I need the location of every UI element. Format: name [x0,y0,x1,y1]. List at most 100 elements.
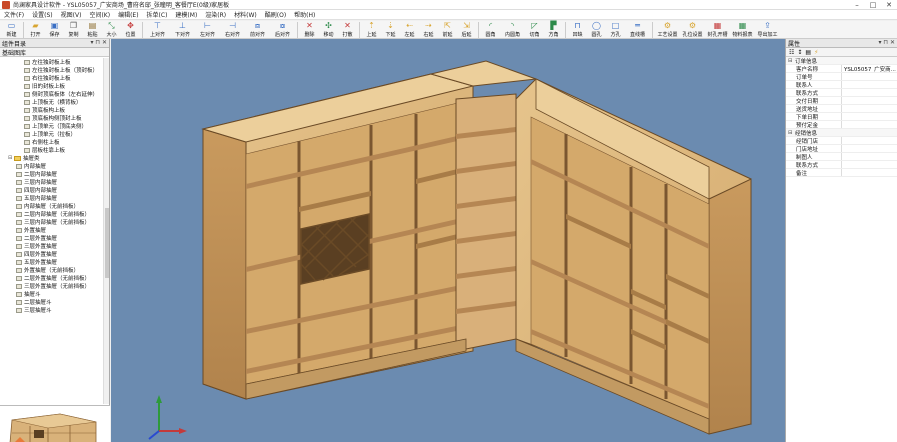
tree-item[interactable]: 二层外置抽屉（无前挡板） [0,274,110,282]
toolbar-button-extend-down[interactable]: ⇣ 下延 [381,21,400,39]
tree-item[interactable]: 右往独封板上板 [0,74,110,82]
menu-item[interactable]: 文件(F) [0,10,28,19]
menu-item[interactable]: 建模(M) [171,10,201,19]
toolbar-button-save[interactable]: ▣ 保存 [45,21,64,39]
toolbar-button-align-bottom[interactable]: ⊥ 下对齐 [170,21,195,39]
menu-item[interactable]: 帮助(H) [290,10,319,19]
property-row[interactable]: 制图人 [786,153,897,161]
cabinet-3d-model[interactable] [111,39,785,442]
property-value[interactable] [841,97,897,104]
property-group[interactable]: ⊟ 订单信息 [786,57,897,65]
tree-item[interactable]: 侧封顶底板体（左右延伸） [0,90,110,98]
toolbar-button-align-top[interactable]: ⊤ 上对齐 [145,21,170,39]
menu-item[interactable]: 拆单(C) [143,10,172,19]
toolbar-button-align-front[interactable]: ⧈ 前对齐 [245,21,270,39]
menu-item[interactable]: 空间(K) [85,10,114,19]
menu-item[interactable]: 视图(V) [57,10,86,19]
property-group[interactable]: ⊟ 经销信息 [786,129,897,137]
property-row[interactable]: 下单日期 [786,113,897,121]
tree-item[interactable]: 五层外置抽屉 [0,258,110,266]
toolbar-button-material-report[interactable]: ▦ 物料报表 [730,21,755,39]
tree-item[interactable]: 上顶板无（横背板） [0,98,110,106]
lightning-icon[interactable]: ⚡ [814,49,818,56]
menu-item[interactable]: 编辑(E) [114,10,142,19]
toolbar-button-extend-front[interactable]: ⇱ 前延 [438,21,457,39]
toolbar-button-new[interactable]: ▭ 新建 [2,21,21,39]
3d-viewport[interactable] [111,39,785,442]
menu-item[interactable]: 设置(S) [28,10,57,19]
toolbar-button-extend-back[interactable]: ⇲ 后延 [457,21,476,39]
tree-item[interactable]: 右侧柱上板 [0,138,110,146]
properties-pin-close[interactable]: ▾ ⊓ ✕ [878,39,895,46]
maximize-button[interactable]: □ [865,0,881,10]
tree-item[interactable]: 四层外置抽屉 [0,250,110,258]
toolbar-button-round-hole[interactable]: ◯ 圆孔 [587,21,606,39]
close-button[interactable]: ✕ [881,0,897,10]
collapse-icon[interactable]: ⊟ [788,130,795,136]
property-value[interactable] [841,89,897,96]
menu-item[interactable]: 酷刷(O) [261,10,290,19]
tree-item[interactable]: 旧的封板上板 [0,82,110,90]
toolbar-button-align-left[interactable]: ⊢ 左对齐 [195,21,220,39]
toolbar-button-process-settings[interactable]: ⚙ 工艺设置 [655,21,680,39]
toolbar-button-seal-groove[interactable]: ▦ 封孔开槽 [705,21,730,39]
tree-item[interactable]: 层板柱靠上板 [0,146,110,154]
tree-item[interactable]: 顶底板构上板 [0,106,110,114]
toolbar-button-position[interactable]: ✥ 位置 [121,21,140,39]
toolbar-button-delete[interactable]: ✕ 删除 [300,21,319,39]
property-value[interactable] [841,161,897,168]
tree-item[interactable]: 五层内部抽屉 [0,194,110,202]
tree-item[interactable]: 三层抽屉斗 [0,306,110,314]
property-row[interactable]: 客户名称 YSL05057_广安商... [786,65,897,73]
tree-folder[interactable]: ⊟ 抽屉类 [0,154,110,162]
tree-item[interactable]: 二层外置抽屉 [0,234,110,242]
tree-item[interactable]: 顶底板构侧顶封上板 [0,114,110,122]
toolbar-button-open[interactable]: ▰ 打开 [26,21,45,39]
property-value[interactable] [841,81,897,88]
panel-pin-close[interactable]: ▾ ⊓ ✕ [90,39,107,46]
tree-item[interactable]: 三层内部抽屉（无前挡板） [0,218,110,226]
tree-item[interactable]: 三层外置抽屉 [0,242,110,250]
menu-item[interactable]: 渲染(R) [201,10,230,19]
toolbar-button-notch[interactable]: ⊓ 凹缺 [568,21,587,39]
property-value[interactable] [841,145,897,152]
property-row[interactable]: 送货地址 [786,105,897,113]
property-value[interactable] [841,113,897,120]
sort-az-icon[interactable]: ↕ [797,49,802,56]
property-value[interactable] [841,73,897,80]
tree-item[interactable]: 二层抽屉斗 [0,298,110,306]
toolbar-button-move[interactable]: ✣ 移动 [319,21,338,39]
toolbar-button-align-back[interactable]: ⧇ 后对齐 [270,21,295,39]
tree-item[interactable]: 二层内部抽屉（无前挡板） [0,210,110,218]
categorized-icon[interactable]: ☷ [789,49,794,56]
toolbar-button-chamfer[interactable]: ◸ 切角 [525,21,544,39]
tree-item[interactable]: 四层内部抽屉 [0,186,110,194]
toolbar-button-inner-round[interactable]: ◝ 内圆角 [500,21,525,39]
property-pages-icon[interactable]: ▤ [805,49,811,56]
minimize-button[interactable]: – [849,0,865,10]
property-row[interactable]: 经销门店 [786,137,897,145]
tree-item[interactable]: 内部抽屉 [0,162,110,170]
toolbar-button-square-hole[interactable]: □ 方孔 [606,21,625,39]
property-value[interactable] [841,137,897,144]
tree-item[interactable]: 左往独封板上板 [0,58,110,66]
tree-item[interactable]: 上顶单元（拉板） [0,130,110,138]
tree-item[interactable]: 左往独封板上板（顶封板） [0,66,110,74]
property-row[interactable]: 门店地址 [786,145,897,153]
tree-item[interactable]: 三层内部抽屉 [0,178,110,186]
toolbar-button-extend-right[interactable]: ⇢ 右延 [419,21,438,39]
tree-item[interactable]: 抽屉斗 [0,290,110,298]
menu-item[interactable]: 材料(W) [230,10,261,19]
property-value[interactable]: YSL05057_广安商... [841,65,897,72]
toolbar-button-copy[interactable]: ❐ 复制 [64,21,83,39]
property-row[interactable]: 联系方式 [786,161,897,169]
toolbar-button-align-right[interactable]: ⊣ 右对齐 [220,21,245,39]
tree-item[interactable]: 三层外置抽屉（无前挡板） [0,282,110,290]
toolbar-button-round-corner[interactable]: ◜ 圆角 [481,21,500,39]
tree-item[interactable]: 外置抽屉（无前挡板） [0,266,110,274]
toolbar-button-resize[interactable]: ⤡ 大小 [102,21,121,39]
property-row[interactable]: 联系人 [786,81,897,89]
toolbar-button-extend-up[interactable]: ⇡ 上延 [362,21,381,39]
toolbar-button-hole-settings[interactable]: ⚙ 孔位设置 [680,21,705,39]
collapse-icon[interactable]: ⊟ [788,58,795,64]
